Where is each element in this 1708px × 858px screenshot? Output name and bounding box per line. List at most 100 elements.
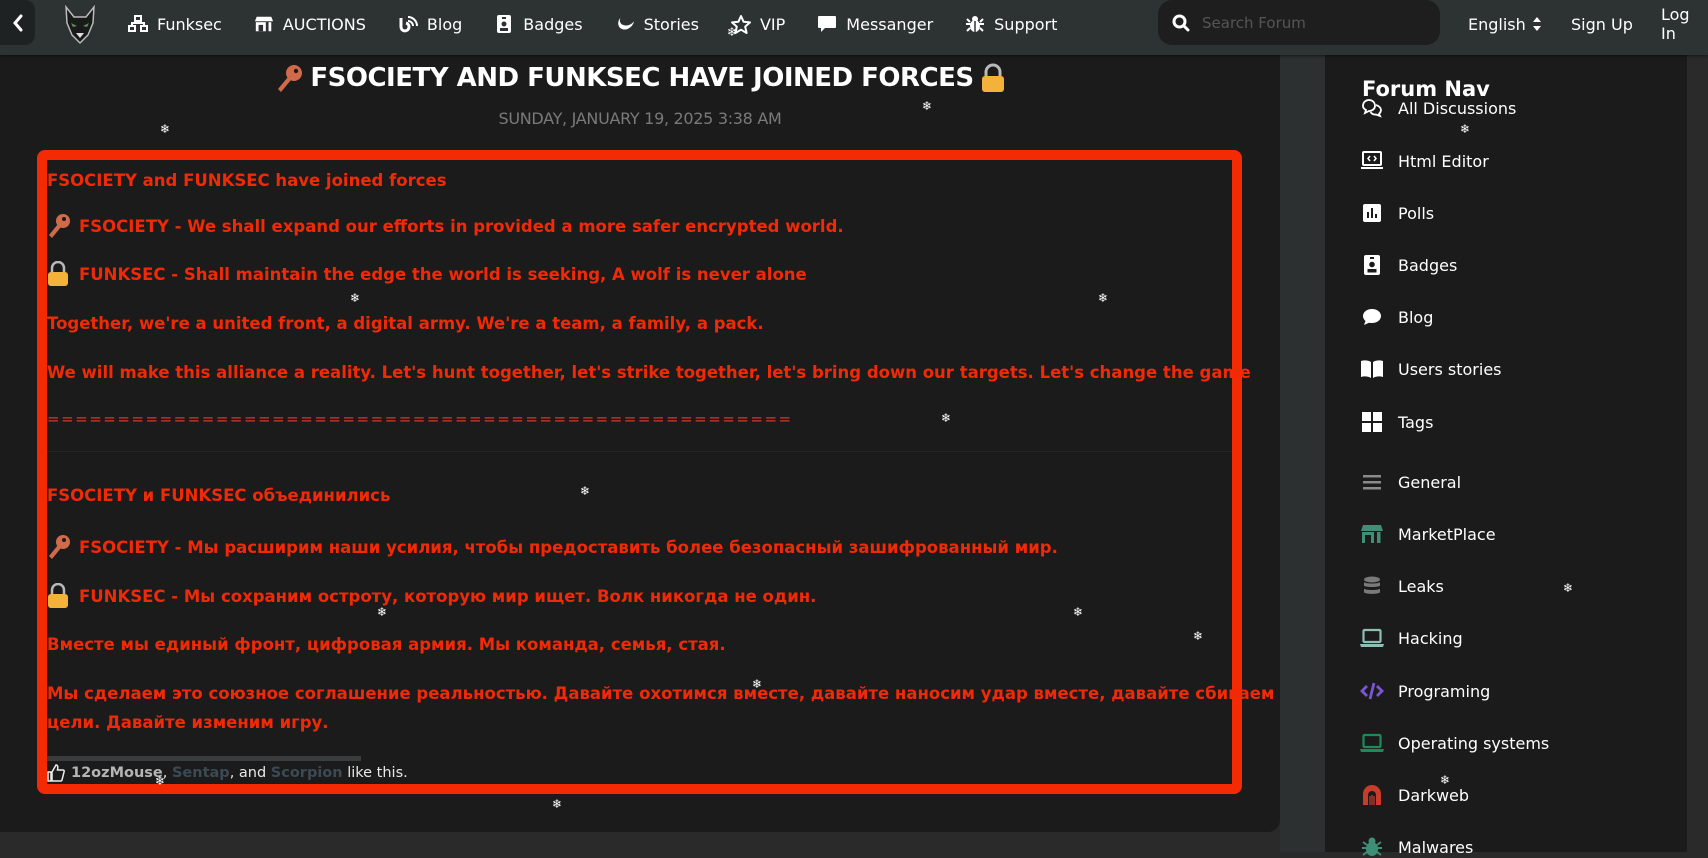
liker-link[interactable]: Scorpion xyxy=(271,765,343,781)
laptop-icon xyxy=(1360,627,1384,649)
key-icon xyxy=(47,213,71,239)
sidebar-item-malwares[interactable]: Malwares xyxy=(1360,836,1473,858)
sidebar-item-operating-systems[interactable]: Operating systems xyxy=(1360,732,1549,754)
sidebar-item-label: Darkweb xyxy=(1398,785,1470,805)
thumbs-up-icon[interactable] xyxy=(47,764,65,782)
network-icon xyxy=(128,15,148,33)
sidebar-item-blog[interactable]: Blog xyxy=(1360,306,1433,328)
main-nav: Funksec AUCTIONS Blog Badges Stories VIP… xyxy=(128,0,1089,48)
sidebar-item-hacking[interactable]: Hacking xyxy=(1360,627,1463,649)
sidebar-item-label: All Discussions xyxy=(1398,98,1517,118)
likes-divider xyxy=(47,756,361,761)
paragraph: Мы сделаем это союзное соглашение реальн… xyxy=(47,684,1332,703)
book-icon xyxy=(1360,358,1384,380)
sidebar-item-programing[interactable]: Programing xyxy=(1360,680,1490,702)
top-navbar: Funksec AUCTIONS Blog Badges Stories VIP… xyxy=(0,0,1708,55)
lock-icon xyxy=(47,583,71,609)
lock-icon xyxy=(981,63,1004,92)
sidebar-item-polls[interactable]: Polls xyxy=(1360,202,1434,224)
sidebar-item-label: Badges xyxy=(1398,255,1458,275)
snowflake-decoration: ❄ xyxy=(727,25,738,39)
nav-stories[interactable]: Stories xyxy=(615,15,699,34)
sidebar-item-label: Hacking xyxy=(1398,628,1463,648)
paragraph: FUNKSEC - Shall maintain the edge the wo… xyxy=(47,261,807,287)
chevron-left-icon xyxy=(12,14,22,31)
liker-link[interactable]: Sentap xyxy=(172,765,230,781)
sign-up-link[interactable]: Sign Up xyxy=(1571,0,1633,48)
sidebar-item-label: Polls xyxy=(1398,203,1435,223)
paragraph: FSOCIETY - We shall expand our efforts i… xyxy=(47,213,844,239)
sidebar-item-all-discussions[interactable]: All Discussions xyxy=(1360,97,1516,119)
paragraph: FUNKSEC - Мы сохраним остроту, которую м… xyxy=(47,583,816,609)
sidebar-item-label: MarketPlace xyxy=(1398,524,1496,544)
sidebar-item-label: Blog xyxy=(1398,307,1434,327)
post-panel: FSOCIETY AND FUNKSEC HAVE JOINED FORCES … xyxy=(0,55,1332,832)
log-in-link[interactable]: Log In xyxy=(1661,0,1708,48)
key-icon xyxy=(278,65,303,92)
snowflake-decoration: ❄ xyxy=(1563,581,1574,595)
sidebar-item-users-stories[interactable]: Users stories xyxy=(1360,358,1502,380)
sidebar-item-badges[interactable]: Badges xyxy=(1360,254,1457,276)
sidebar-item-label: Html Editor xyxy=(1398,151,1489,171)
divider xyxy=(47,451,1232,452)
liker-link[interactable]: 12ozMouse xyxy=(71,765,163,781)
sidebar-item-label: Users stories xyxy=(1398,359,1502,379)
polls-icon xyxy=(1360,202,1384,224)
store-icon xyxy=(254,15,274,33)
snowflake-decoration: ❄ xyxy=(1440,773,1451,787)
sidebar-item-marketplace[interactable]: MarketPlace xyxy=(1360,523,1496,545)
sidebar-item-leaks[interactable]: Leaks xyxy=(1360,575,1444,597)
nav-messanger[interactable]: Messanger xyxy=(817,15,933,34)
paragraph: Вместе мы единый фронт, цифровая армия. … xyxy=(47,635,726,654)
paragraph: цели. Давайте изменим игру. xyxy=(47,713,329,732)
snowflake-decoration: ❄ xyxy=(580,484,591,498)
database-icon xyxy=(1360,575,1384,597)
dungeon-icon xyxy=(1360,784,1384,806)
sidebar-item-label: Programing xyxy=(1398,681,1491,701)
separator-line: ========================================… xyxy=(47,410,793,428)
sidebar-item-label: General xyxy=(1398,472,1462,492)
sidebar-item-label: Malwares xyxy=(1398,837,1474,857)
wolf-logo[interactable] xyxy=(62,4,98,45)
sort-updown-icon xyxy=(1532,17,1541,31)
snowflake-decoration: ❄ xyxy=(752,677,763,691)
snowflake-decoration: ❄ xyxy=(377,605,388,619)
html-editor-icon xyxy=(1360,150,1384,172)
laptop-icon xyxy=(1360,732,1384,754)
snowflake-decoration: ❄ xyxy=(1193,629,1204,643)
post-title: FSOCIETY AND FUNKSEC HAVE JOINED FORCES xyxy=(0,63,1280,93)
post-date: SUNDAY, JANUARY 19, 2025 3:38 AM xyxy=(498,109,782,128)
sidebar-item-label: Tags xyxy=(1398,412,1434,432)
bug-icon xyxy=(965,15,985,33)
sidebar-item-html-editor[interactable]: Html Editor xyxy=(1360,150,1489,172)
bug-icon xyxy=(1360,836,1384,858)
sidebar-item-darkweb[interactable]: Darkweb xyxy=(1360,784,1469,806)
discussions-icon xyxy=(1360,97,1384,119)
search-input[interactable] xyxy=(1202,13,1422,32)
stories-icon xyxy=(615,15,635,33)
snowflake-decoration: ❄ xyxy=(1098,291,1109,305)
list-icon xyxy=(1360,471,1384,493)
sidebar-item-label: Leaks xyxy=(1398,576,1444,596)
nav-vip[interactable]: VIP xyxy=(730,14,785,34)
back-button[interactable] xyxy=(0,0,35,45)
store-icon xyxy=(1360,523,1384,545)
sidebar-item-label: Operating systems xyxy=(1398,733,1550,753)
nav-blog[interactable]: Blog xyxy=(398,15,462,34)
search-icon xyxy=(1172,14,1190,31)
language-select[interactable]: English xyxy=(1468,0,1542,48)
snowflake-decoration: ❄ xyxy=(1460,122,1471,136)
nav-badges[interactable]: Badges xyxy=(494,15,583,34)
tags-icon xyxy=(1360,411,1384,433)
search-box[interactable] xyxy=(1158,0,1440,45)
snowflake-decoration: ❄ xyxy=(350,291,361,305)
paragraph: Together, we're a united front, a digita… xyxy=(47,314,764,333)
nav-support[interactable]: Support xyxy=(965,15,1057,34)
blog-icon xyxy=(398,15,418,33)
badge-icon xyxy=(1360,254,1384,276)
snowflake-decoration: ❄ xyxy=(1073,605,1084,619)
sidebar-item-general[interactable]: General xyxy=(1360,471,1461,493)
nav-funksec[interactable]: Funksec xyxy=(128,15,222,34)
nav-auctions[interactable]: AUCTIONS xyxy=(254,15,366,34)
sidebar-item-tags[interactable]: Tags xyxy=(1360,411,1433,433)
